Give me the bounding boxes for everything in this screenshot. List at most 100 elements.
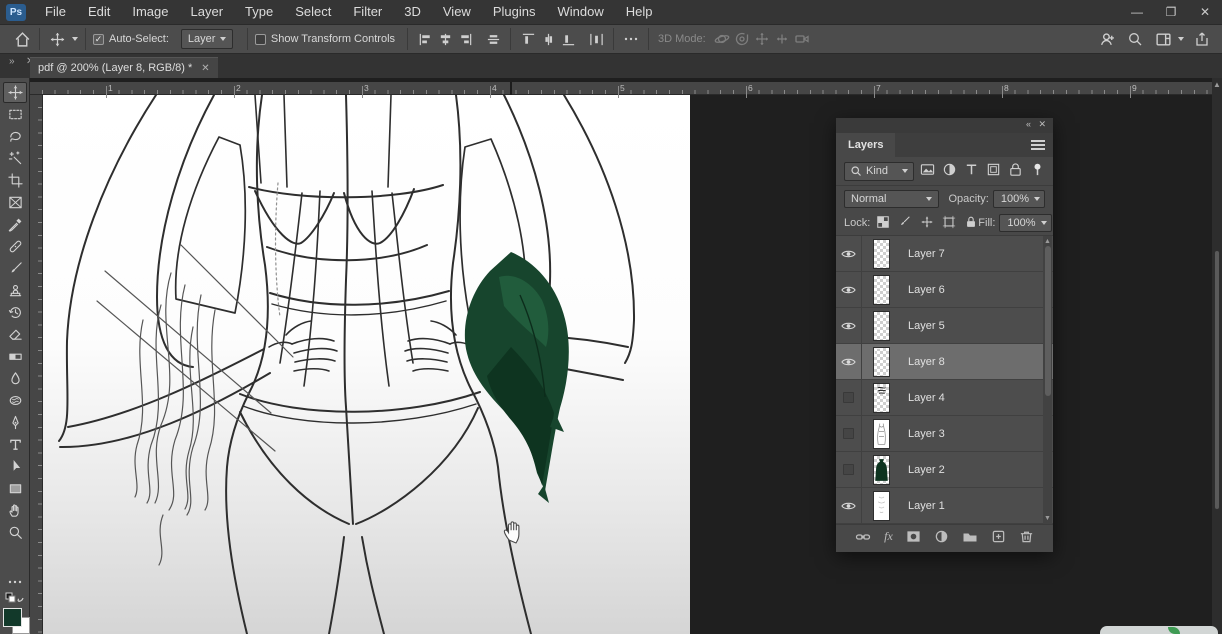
scroll-up-icon[interactable]: ▲	[1212, 80, 1222, 89]
layer-row-layer-1[interactable]: Layer 1	[836, 488, 1053, 524]
add-mask-icon[interactable]	[906, 529, 921, 544]
tool-type[interactable]	[3, 434, 27, 455]
layer-style-icon[interactable]: fx	[884, 529, 893, 544]
tool-clone-stamp[interactable]	[3, 280, 27, 301]
layer-name[interactable]: Layer 2	[908, 464, 945, 476]
tool-magic-wand[interactable]	[3, 148, 27, 169]
menu-item-edit[interactable]: Edit	[77, 0, 121, 24]
menu-item-select[interactable]: Select	[284, 0, 342, 24]
align-top-icon[interactable]	[518, 29, 538, 49]
tool-hand[interactable]	[3, 500, 27, 521]
tool-rectangular-marquee[interactable]	[3, 104, 27, 125]
layer-name[interactable]: Layer 4	[908, 392, 945, 404]
search-icon[interactable]	[1125, 29, 1145, 49]
layer-name[interactable]: Layer 1	[908, 500, 945, 512]
align-left-icon[interactable]	[415, 29, 435, 49]
auto-select-target-dropdown[interactable]: Layer	[181, 29, 233, 49]
layer-row-layer-2[interactable]: Layer 2	[836, 452, 1053, 488]
tool-brush[interactable]	[3, 258, 27, 279]
menu-item-window[interactable]: Window	[546, 0, 614, 24]
share-export-icon[interactable]	[1192, 29, 1212, 49]
lock-position-icon[interactable]	[920, 215, 934, 232]
layers-tab[interactable]: Layers	[836, 133, 895, 157]
minimize-button[interactable]: —	[1120, 0, 1154, 24]
tool-spot-healing-brush[interactable]	[3, 236, 27, 257]
collapse-panel-icon[interactable]: «	[1026, 119, 1031, 129]
restore-button[interactable]: ❐	[1154, 0, 1188, 24]
filter-toggle-icon[interactable]	[1030, 162, 1045, 180]
layer-row-layer-3[interactable]: Layer 3	[836, 416, 1053, 452]
layer-thumbnail[interactable]	[873, 455, 890, 485]
document-tab[interactable]: pdf @ 200% (Layer 8, RGB/8) * ✕	[30, 57, 218, 78]
tool-eraser[interactable]	[3, 324, 27, 345]
canvas-vertical-scrollbar[interactable]: ▲	[1212, 78, 1222, 634]
layer-name[interactable]: Layer 5	[908, 320, 945, 332]
layer-thumbnail[interactable]	[873, 383, 890, 413]
layer-row-layer-6[interactable]: Layer 6	[836, 272, 1053, 308]
align-center-vertical-icon[interactable]	[538, 29, 558, 49]
layer-row-layer-4[interactable]: Layer 4	[836, 380, 1053, 416]
tool-blur[interactable]	[3, 368, 27, 389]
tab-close-icon[interactable]: ✕	[201, 63, 209, 74]
visibility-toggle[interactable]	[836, 236, 862, 272]
scrollbar-thumb[interactable]	[1214, 250, 1220, 510]
menu-item-help[interactable]: Help	[615, 0, 664, 24]
layer-name[interactable]: Layer 6	[908, 284, 945, 296]
lock-all-icon[interactable]	[964, 215, 978, 232]
visibility-toggle[interactable]	[836, 380, 862, 416]
new-group-icon[interactable]	[962, 529, 978, 545]
visibility-toggle[interactable]	[836, 452, 862, 488]
tool-move[interactable]	[3, 82, 27, 103]
tool-sponge[interactable]	[3, 390, 27, 411]
menu-item-file[interactable]: File	[34, 0, 77, 24]
lock-pixels-icon[interactable]	[898, 215, 912, 232]
layer-thumbnail[interactable]	[873, 311, 890, 341]
share-user-icon[interactable]	[1097, 29, 1117, 49]
auto-select-checkbox[interactable]: ✓	[93, 34, 104, 45]
layers-scroll-down-icon[interactable]: ▼	[1043, 515, 1052, 522]
align-bottom-icon[interactable]	[558, 29, 578, 49]
filter-adjustment-icon[interactable]	[942, 162, 957, 180]
layer-row-layer-7[interactable]: Layer 7	[836, 236, 1053, 272]
align-center-horizontal-icon[interactable]	[435, 29, 455, 49]
lock-artboard-icon[interactable]	[942, 215, 956, 232]
distribute-horizontal-icon[interactable]	[586, 29, 606, 49]
tool-lasso[interactable]	[3, 126, 27, 147]
default-colors-icon[interactable]	[3, 592, 27, 606]
opacity-input[interactable]: 100%	[993, 190, 1045, 208]
layer-row-layer-5[interactable]: Layer 5	[836, 308, 1053, 344]
menu-item-plugins[interactable]: Plugins	[482, 0, 547, 24]
move-tool-icon[interactable]	[47, 29, 67, 49]
link-layers-icon[interactable]	[855, 529, 871, 545]
filter-smart-object-icon[interactable]	[1008, 162, 1023, 180]
close-panel-icon[interactable]: ✕	[1038, 119, 1046, 130]
canvas[interactable]	[43, 95, 690, 634]
visibility-toggle[interactable]	[836, 344, 862, 380]
tool-pen[interactable]	[3, 412, 27, 433]
blend-mode-dropdown[interactable]: Normal	[844, 190, 939, 208]
align-middle-icon[interactable]	[483, 29, 503, 49]
visibility-toggle[interactable]	[836, 308, 862, 344]
menu-item-layer[interactable]: Layer	[180, 0, 235, 24]
notification-toast[interactable]	[1100, 626, 1218, 634]
tool-path-selection[interactable]	[3, 456, 27, 477]
layer-row-layer-8[interactable]: Layer 8	[836, 344, 1053, 380]
visibility-toggle[interactable]	[836, 272, 862, 308]
align-right-icon[interactable]	[455, 29, 475, 49]
layer-name[interactable]: Layer 8	[908, 356, 945, 368]
adjustment-layer-icon[interactable]	[934, 529, 949, 544]
layer-thumbnail[interactable]	[873, 419, 890, 449]
menu-item-3d[interactable]: 3D	[393, 0, 432, 24]
layer-thumbnail[interactable]	[873, 491, 890, 521]
home-icon[interactable]	[12, 29, 32, 49]
layer-thumbnail[interactable]	[873, 275, 890, 305]
close-button[interactable]: ✕	[1188, 0, 1222, 24]
filter-shape-icon[interactable]	[986, 162, 1001, 180]
tool-frame[interactable]	[3, 192, 27, 213]
tool-history-brush[interactable]	[3, 302, 27, 323]
menu-item-image[interactable]: Image	[121, 0, 179, 24]
menu-item-view[interactable]: View	[432, 0, 482, 24]
panel-expand-icon[interactable]: »	[9, 56, 15, 67]
menu-item-type[interactable]: Type	[234, 0, 284, 24]
tool-rectangle[interactable]	[3, 478, 27, 499]
